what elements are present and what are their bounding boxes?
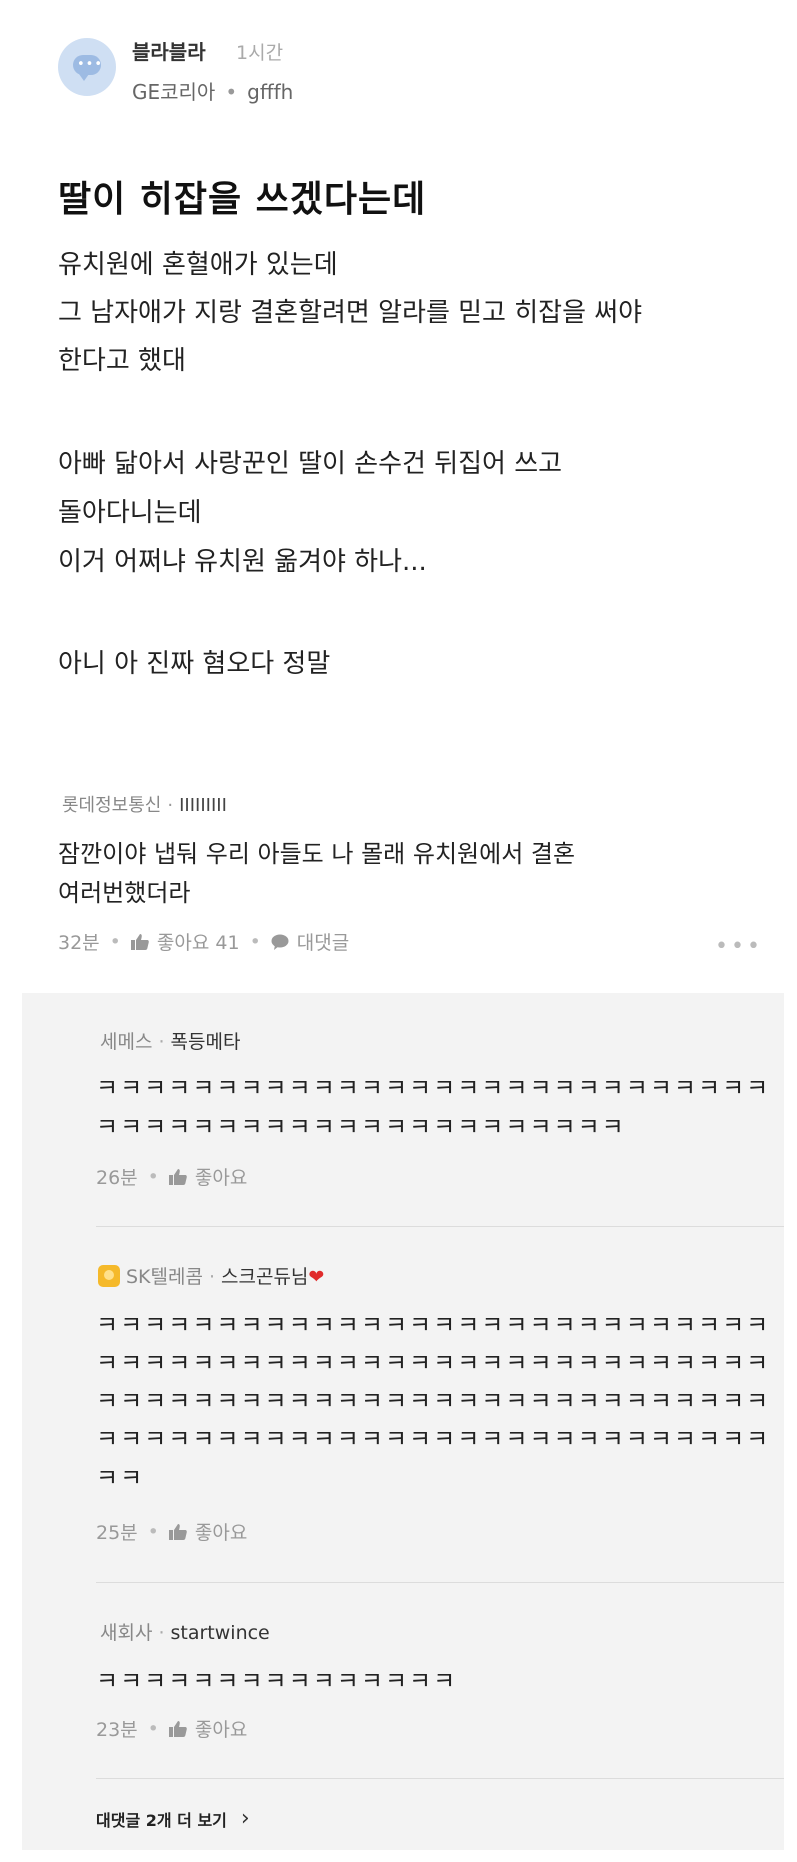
post-nickname: gfffh: [247, 80, 294, 104]
reply-text-line: ㅋㅋ: [96, 1464, 145, 1492]
reply-time: 23분: [96, 1719, 138, 1741]
reply-meta: SK텔레콤 · 스크곤듀님❤: [98, 1262, 324, 1289]
reply-divider: [96, 1226, 784, 1227]
separator-dot: ·: [167, 795, 174, 816]
reply-company: SK텔레콤: [126, 1266, 203, 1288]
reply-divider: [96, 1778, 784, 1779]
reply-text-line: ㅋㅋㅋㅋㅋㅋㅋㅋㅋㅋㅋㅋㅋㅋㅋㅋㅋㅋㅋㅋㅋㅋㅋㅋㅋㅋㅋㅋ: [96, 1349, 771, 1377]
reply-divider: [96, 1582, 784, 1583]
heart-icon: ❤: [308, 1266, 325, 1288]
reply-text-line: ㅋㅋㅋㅋㅋㅋㅋㅋㅋㅋㅋㅋㅋㅋㅋㅋㅋㅋㅋㅋㅋㅋㅋㅋㅋㅋㅋㅋ: [96, 1387, 771, 1415]
see-more-label: 대댓글 2개 더 보기: [96, 1810, 227, 1830]
reply-meta: 세메스 · 폭등메타: [100, 1027, 240, 1054]
reply-like-label: 좋아요: [194, 1167, 248, 1189]
reply-like-label: 좋아요: [194, 1719, 248, 1741]
separator-dot: •: [109, 930, 121, 953]
post-title: 딸이 히잡을 쓰겠다는데: [58, 179, 427, 220]
author-avatar[interactable]: •••: [58, 38, 116, 96]
thumbs-up-icon: [130, 933, 149, 950]
reply-text-line: ㅋㅋㅋㅋㅋㅋㅋㅋㅋㅋㅋㅋㅋㅋㅋㅋㅋㅋㅋㅋㅋㅋ: [96, 1113, 626, 1141]
comment-text-line: 잠깐이야 냅둬 우리 아들도 나 몰래 유치원에서 결혼: [58, 840, 576, 868]
company-badge-icon: [98, 1265, 120, 1287]
reply-footer: 25분 • 좋아요: [96, 1518, 247, 1545]
chevron-right-icon: ›: [240, 1806, 250, 1831]
reply-text-line: ㅋㅋㅋㅋㅋㅋㅋㅋㅋㅋㅋㅋㅋㅋㅋㅋㅋㅋㅋㅋㅋㅋㅋㅋㅋㅋㅋㅋ: [96, 1311, 771, 1339]
post-body-line: 아빠 닮아서 사랑꾼인 딸이 손수건 뒤집어 쓰고: [58, 449, 563, 479]
separator-dot: •: [147, 1520, 159, 1543]
reply-nickname: 폭등메타: [170, 1031, 241, 1053]
speech-bubble-icon: [271, 934, 289, 950]
comment-reply-label: 대댓글: [296, 932, 350, 954]
comment-like-label: 좋아요 41: [156, 932, 240, 954]
reply-nickname: startwince: [170, 1622, 270, 1644]
reply-footer: 26분 • 좋아요: [96, 1163, 247, 1190]
thumbs-up-icon: [168, 1720, 187, 1737]
reply-like-label: 좋아요: [194, 1522, 248, 1544]
comment-company: 롯데정보통신: [62, 795, 162, 816]
more-options-icon[interactable]: •••: [715, 934, 763, 959]
separator-dot: ·: [158, 1622, 165, 1644]
comment-nickname: IIIIIIIII: [179, 795, 227, 816]
separator-dot: ·: [208, 1266, 216, 1288]
post-body-line: 이거 어쩌냐 유치원 옮겨야 하나...: [58, 547, 427, 577]
reply-text-line: ㅋㅋㅋㅋㅋㅋㅋㅋㅋㅋㅋㅋㅋㅋㅋㅋㅋㅋㅋㅋㅋㅋㅋㅋㅋㅋㅋㅋ: [96, 1425, 771, 1453]
reply-like-button[interactable]: 좋아요: [168, 1715, 248, 1742]
reply-like-button[interactable]: 좋아요: [168, 1518, 248, 1545]
reply-company: 새회사: [100, 1622, 153, 1644]
comment-time: 32분: [58, 932, 100, 954]
separator-dot: •: [147, 1717, 159, 1740]
post-body-line: 유치원에 혼혈애가 있는데: [58, 250, 338, 280]
post-body-line: 아니 아 진짜 혐오다 정말: [58, 649, 331, 679]
post-body-line: 한다고 했대: [58, 346, 186, 376]
comment-like-button[interactable]: 좋아요 41: [130, 928, 240, 955]
reply-footer: 23분 • 좋아요: [96, 1715, 247, 1742]
separator-dot: •: [249, 930, 261, 953]
post-body-line: 그 남자애가 지랑 결혼할려면 알라를 믿고 히잡을 써야: [58, 298, 643, 328]
reply-text-line: ㅋㅋㅋㅋㅋㅋㅋㅋㅋㅋㅋㅋㅋㅋㅋㅋㅋㅋㅋㅋㅋㅋㅋㅋㅋㅋㅋㅋ: [96, 1074, 771, 1102]
post-company: GE코리아: [132, 80, 216, 104]
comment-footer: 32분 • 좋아요 41 • 대댓글: [58, 928, 349, 955]
see-more-replies-button[interactable]: 대댓글 2개 더 보기 ›: [96, 1806, 250, 1831]
chat-bubble-icon: •••: [73, 55, 102, 81]
reply-company: 세메스: [100, 1031, 153, 1053]
comment-reply-button[interactable]: 대댓글: [271, 928, 349, 955]
post-body-line: 돌아다니는데: [58, 498, 202, 528]
separator-dot: •: [147, 1165, 159, 1188]
reply-meta: 새회사 · startwince: [100, 1618, 270, 1645]
reply-text-line: ㅋㅋㅋㅋㅋㅋㅋㅋㅋㅋㅋㅋㅋㅋㅋ: [96, 1667, 458, 1695]
thumbs-up-icon: [168, 1168, 187, 1185]
post-author[interactable]: 블라블라: [132, 36, 206, 65]
comment-text-line: 여러번했더라: [58, 879, 191, 907]
post-company-line: GE코리아 • gfffh: [132, 76, 293, 105]
post-time: 1시간: [236, 42, 284, 64]
reply-like-button[interactable]: 좋아요: [168, 1163, 248, 1190]
reply-time: 26분: [96, 1167, 138, 1189]
separator-dot: •: [225, 80, 238, 104]
separator-dot: ·: [158, 1031, 165, 1053]
thumbs-up-icon: [168, 1523, 187, 1540]
comment-meta: 롯데정보통신 · IIIIIIIII: [62, 791, 227, 817]
reply-nickname: 스크곤듀님: [221, 1266, 309, 1288]
reply-time: 25분: [96, 1522, 138, 1544]
